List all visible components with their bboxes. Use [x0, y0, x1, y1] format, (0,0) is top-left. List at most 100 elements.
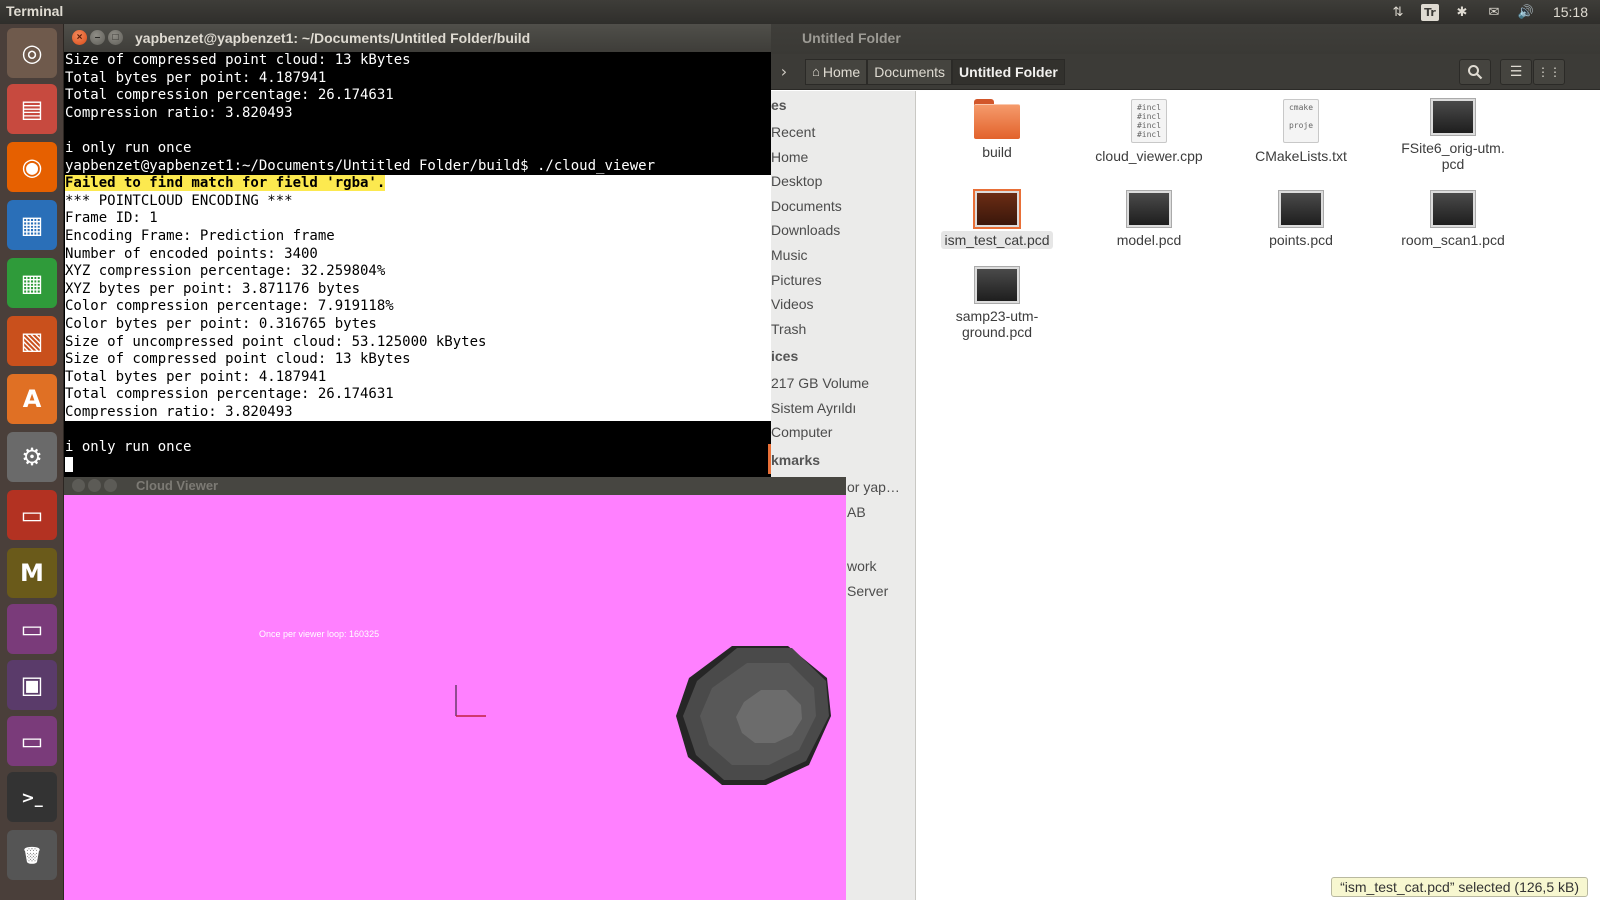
output-line: Total compression percentage: 26.174631 — [65, 386, 394, 403]
window-title: yapbenzet@yapbenzet1: ~/Documents/Untitl… — [135, 30, 531, 46]
file-preview-line: cmake — [1288, 103, 1314, 112]
sidebar-item-device[interactable]: Sistem Ayrıldı — [771, 400, 856, 416]
launcher-workspace-switcher[interactable]: ▣ — [7, 660, 57, 710]
sidebar-item-recent[interactable]: Recent — [771, 124, 815, 140]
maximize-icon[interactable]: □ — [108, 30, 123, 45]
file-item[interactable]: ism_test_cat.pcd — [927, 191, 1067, 249]
point-cloud-canvas[interactable]: Once per viewer loop: 160325 — [64, 495, 846, 900]
libreoffice-impress-icon: ▧ — [20, 327, 44, 355]
search-icon — [1468, 65, 1483, 80]
output-block: Size of compressed point cloud: 13 kByte… — [65, 52, 771, 175]
output-line: Total bytes per point: 4.187941 — [65, 69, 327, 86]
mail-icon[interactable]: ✉ — [1485, 3, 1503, 21]
output-line: Color compression percentage: 7.919118% — [65, 298, 394, 315]
terminal-titlebar[interactable]: × – □ yapbenzet@yapbenzet1: ~/Documents/… — [64, 24, 771, 52]
bluetooth-icon[interactable]: ✱ — [1453, 3, 1471, 21]
file-item[interactable]: points.pcd — [1231, 191, 1371, 249]
sidebar-item-network[interactable]: work — [847, 558, 877, 574]
terminal-icon: >_ — [21, 787, 43, 807]
file-item[interactable]: room_scan1.pcd — [1383, 191, 1523, 249]
sidebar-item-downloads[interactable]: Downloads — [771, 222, 840, 238]
firefox-icon: ◉ — [21, 153, 43, 181]
file-manager-titlebar[interactable]: Untitled Folder — [771, 24, 1600, 54]
launcher-software-center[interactable]: A — [7, 374, 57, 424]
close-icon[interactable]: × — [72, 30, 87, 45]
grid-icon: ⋮⋮ — [1537, 65, 1561, 79]
window-title: Cloud Viewer — [136, 478, 219, 493]
file-preview-line: #incl — [1136, 112, 1162, 121]
sidebar-item-trash[interactable]: Trash — [771, 321, 806, 337]
search-button[interactable] — [1459, 59, 1491, 85]
sidebar-item-bookmark[interactable]: AB — [847, 504, 866, 520]
file-item[interactable]: build — [927, 99, 1067, 161]
minimize-icon[interactable]: – — [90, 30, 105, 45]
sidebar-item-network[interactable]: Server — [847, 583, 888, 599]
minimize-icon[interactable] — [88, 479, 101, 492]
launcher-libreoffice-writer[interactable]: ▦ — [7, 200, 57, 250]
launcher-workspace-2[interactable]: ▭ — [7, 716, 57, 766]
sidebar-item-pictures[interactable]: Pictures — [771, 272, 822, 288]
forward-arrow-icon[interactable]: › — [773, 61, 795, 83]
file-preview-line: proje — [1288, 121, 1314, 130]
list-view-button[interactable]: ☰ — [1500, 59, 1532, 85]
file-item[interactable]: model.pcd — [1079, 191, 1219, 249]
sidebar-item-desktop[interactable]: Desktop — [771, 173, 822, 189]
system-settings-icon: ⚙ — [21, 443, 43, 471]
file-item[interactable]: #incl #incl #incl #incl cloud_viewer.cpp — [1079, 99, 1219, 165]
grid-view-button[interactable]: ⋮⋮ — [1533, 59, 1565, 85]
launcher-libreoffice-impress[interactable]: ▧ — [7, 316, 57, 366]
sidebar-item-home[interactable]: Home — [771, 149, 808, 165]
breadcrumb-home[interactable]: ⌂ Home — [805, 59, 868, 85]
close-icon[interactable] — [72, 479, 85, 492]
output-line: Compression ratio: 3.820493 — [65, 403, 293, 420]
file-item[interactable]: cmake proje CMakeLists.txt — [1231, 99, 1371, 165]
workspace-2-icon: ▭ — [20, 727, 44, 755]
launcher-firefox[interactable]: ◉ — [7, 142, 57, 192]
sidebar-item-bookmark[interactable]: or yap… — [847, 479, 900, 495]
network-arrows-icon[interactable]: ⇅ — [1389, 3, 1407, 21]
file-grid: build #incl #incl #incl #incl cloud_viewer.cp… — [917, 91, 1600, 900]
launcher-app-red[interactable]: ▭ — [7, 490, 57, 540]
output-line: XYZ compression percentage: 32.259804% — [65, 263, 386, 280]
output-line: i only run once — [65, 439, 192, 456]
launcher-workspace-1[interactable]: ▭ — [7, 604, 57, 654]
breadcrumb-documents[interactable]: Documents — [867, 59, 953, 85]
sidebar-item-music[interactable]: Music — [771, 247, 808, 263]
clock[interactable]: 15:18 — [1553, 4, 1588, 20]
output-line: Total bytes per point: 4.187941 — [65, 368, 327, 385]
render-scene — [455, 646, 831, 785]
sidebar-header-bookmarks: kmarks — [771, 452, 821, 468]
sidebar-item-device[interactable]: 217 GB Volume — [771, 375, 869, 391]
window-title: Untitled Folder — [802, 30, 901, 46]
launcher-libreoffice-calc[interactable]: ▦ — [7, 258, 57, 308]
file-item[interactable]: samp23-utm- ground.pcd — [927, 267, 1067, 341]
launcher: ◎ ▤ ◉ ▦ ▦ ▧ A ⚙ ▭ M ▭ ▣ ▭ >_ 🗑 — [0, 24, 64, 900]
folder-icon — [974, 99, 1020, 139]
breadcrumb-current-folder[interactable]: Untitled Folder — [952, 59, 1065, 85]
volume-icon[interactable]: 🔊 — [1517, 3, 1535, 21]
file-item[interactable]: FSite6_orig-utm. pcd — [1383, 99, 1523, 173]
file-manager-window: Untitled Folder › ⌂ Home Documents Untit… — [771, 24, 1600, 900]
launcher-app-mega[interactable]: M — [7, 548, 57, 598]
maximize-icon[interactable] — [104, 479, 117, 492]
sidebar-item-device[interactable]: Computer — [771, 424, 832, 440]
launcher-ubuntu-dash[interactable]: ◎ — [7, 28, 57, 78]
keyboard-layout-icon[interactable]: Tr — [1420, 3, 1439, 21]
launcher-trash[interactable]: 🗑 — [7, 830, 57, 880]
breadcrumb-label: Untitled Folder — [959, 64, 1058, 80]
terminal-output[interactable]: Size of compressed point cloud: 13 kByte… — [64, 52, 771, 477]
launcher-files[interactable]: ▤ — [7, 84, 57, 134]
output-line: Failed to find match for field 'rgba'. — [65, 175, 771, 193]
sidebar-item-documents[interactable]: Documents — [771, 198, 842, 214]
cloud-viewer-titlebar[interactable]: Cloud Viewer — [64, 477, 846, 495]
output-line: yapbenzet@yapbenzet1:~/Documents/Untitle… — [65, 157, 656, 174]
workspace-1-icon: ▭ — [20, 615, 44, 643]
home-icon: ⌂ — [812, 64, 820, 79]
sidebar-item-videos[interactable]: Videos — [771, 296, 814, 312]
text-file-icon: cmake proje — [1283, 99, 1319, 143]
launcher-system-settings[interactable]: ⚙ — [7, 432, 57, 482]
source-code-icon: #incl #incl #incl #incl — [1131, 99, 1167, 143]
workspace-switcher-icon: ▣ — [20, 671, 44, 699]
launcher-terminal[interactable]: >_ — [7, 772, 57, 822]
file-preview-line: #incl — [1136, 103, 1162, 112]
